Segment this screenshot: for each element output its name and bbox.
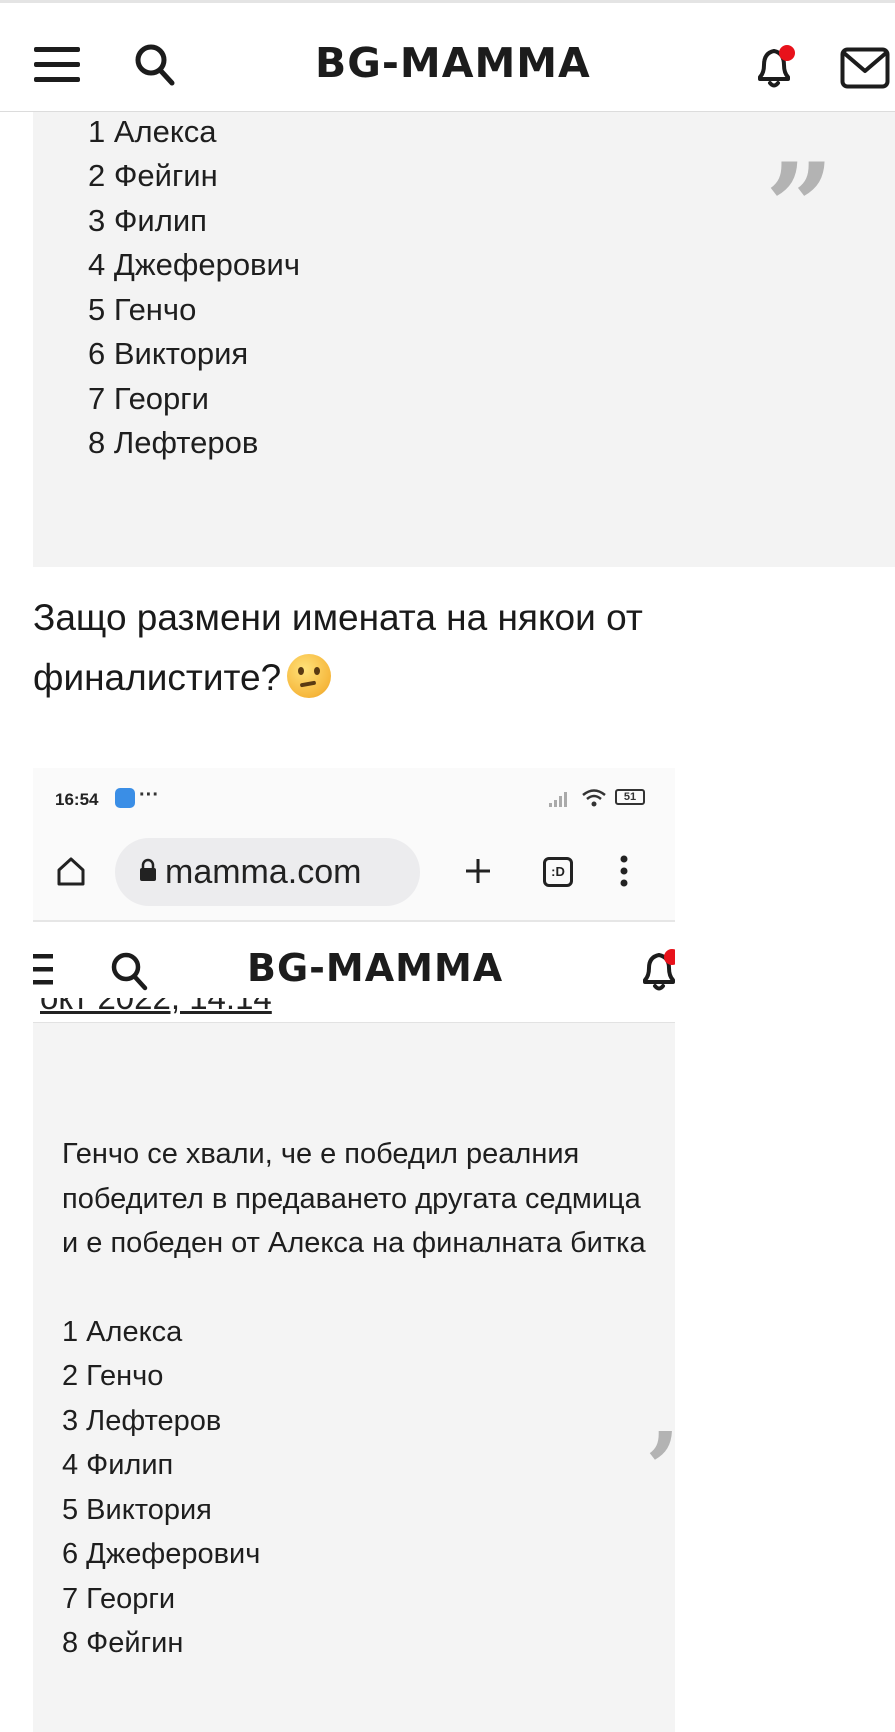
battery-icon: 51	[615, 789, 645, 805]
thinking-face-icon	[287, 654, 332, 698]
embedded-screenshot: 16:54 ··· 51 mamma.com :D BG-MAMMA Генчо…	[33, 768, 675, 1732]
list-item: 6 Виктория	[88, 336, 249, 371]
home-icon[interactable]	[55, 855, 87, 887]
quote-mark-icon: ”	[765, 137, 835, 278]
list-item: 8 Фейгин	[62, 1627, 184, 1659]
url-text: mamma.com	[165, 853, 362, 891]
quote-block: 1 Алекса 2 Фейгин 3 Филип 4 Джеферович 5…	[33, 112, 895, 567]
search-icon[interactable]	[111, 952, 149, 992]
site-logo[interactable]: BG-MAMMA	[247, 946, 503, 990]
more-icon[interactable]	[619, 854, 629, 888]
top-app-bar: BG-MAMMA	[0, 0, 895, 112]
list-item: 5 Виктория	[62, 1494, 212, 1526]
notification-dot	[779, 45, 795, 61]
list-item: 8 Лефтеров	[88, 425, 259, 460]
list-item: 1 Алекса	[62, 1316, 183, 1348]
quote-mark-icon: ’	[645, 1419, 675, 1519]
list-item: 4 Джеферович	[88, 247, 300, 282]
url-bar[interactable]: mamma.com	[115, 838, 420, 906]
list-item: 6 Джеферович	[62, 1538, 261, 1570]
list-item: 2 Фейгин	[88, 158, 218, 193]
post-text: Защо размени имената на някои от финалис…	[33, 588, 853, 708]
list-item: 4 Филип	[62, 1449, 174, 1481]
list-item: 3 Филип	[88, 203, 207, 238]
plus-icon[interactable]	[463, 856, 493, 886]
signal-icon	[549, 792, 567, 807]
more-notifications: ···	[139, 784, 159, 806]
menu-icon[interactable]	[34, 47, 80, 83]
cut-date[interactable]: окт 2022, 14:14	[40, 998, 272, 1014]
browser-toolbar: mamma.com :D	[33, 828, 675, 922]
search-icon[interactable]	[134, 43, 176, 87]
bell-icon[interactable]	[752, 43, 798, 91]
list-item: 7 Георги	[62, 1583, 176, 1615]
status-time: 16:54	[55, 790, 99, 809]
site-logo[interactable]: BG-MAMMA	[315, 39, 591, 87]
tabs-icon[interactable]: :D	[543, 857, 573, 887]
cut-date-clip: окт 2022, 14:14	[40, 998, 320, 1014]
list-item: 3 Лефтеров	[62, 1405, 222, 1437]
list-item: 2 Генчо	[62, 1360, 164, 1392]
notification-dot	[664, 949, 675, 965]
status-bar: 16:54 ··· 51	[33, 768, 675, 828]
menu-icon[interactable]	[33, 954, 53, 986]
bell-icon[interactable]	[639, 948, 675, 994]
list-item: 1 Алекса	[88, 114, 217, 149]
inner-paragraph: Генчо се хвали, че е победил реалния поб…	[62, 1138, 646, 1259]
mail-icon[interactable]	[840, 47, 890, 89]
list-item: 7 Георги	[88, 381, 209, 416]
wifi-icon	[582, 789, 606, 807]
list-item: 5 Генчо	[88, 292, 197, 327]
app-notification-icon	[115, 788, 135, 808]
inner-quote-block: окт 2022, 14:14 Генчо се хвали, че е поб…	[33, 998, 675, 1732]
post-text-content: Защо размени имената на някои от финалис…	[33, 597, 643, 698]
lock-icon	[140, 858, 156, 881]
